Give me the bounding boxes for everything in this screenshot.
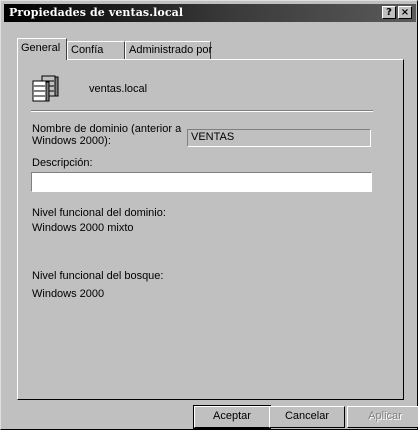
ok-button[interactable]: Aceptar [193, 405, 271, 429]
forest-functional-level-value: Windows 2000 [32, 288, 105, 300]
forest-functional-level-label: Nivel funcional del bosque: [32, 270, 164, 282]
domain-functional-level-value: Windows 2000 mixto [32, 222, 134, 234]
close-button[interactable]: × [398, 6, 412, 19]
title-bar[interactable]: Propiedades de ventas.local ? × [4, 4, 416, 22]
pre-win2000-name-label-line2: Windows 2000): [32, 135, 111, 147]
tab-trusts[interactable]: Confía [67, 41, 125, 59]
cancel-button[interactable]: Cancelar [269, 406, 345, 428]
domain-name: ventas.local [89, 83, 148, 95]
tab-managed-by[interactable]: Administrado por [125, 41, 212, 59]
pre-win2000-name-label-line1: Nombre de dominio (anterior a [32, 123, 182, 135]
properties-dialog: Propiedades de ventas.local ? × General … [0, 0, 418, 430]
window-title: Propiedades de ventas.local [9, 6, 184, 19]
description-label: Descripción: [32, 157, 93, 169]
apply-button[interactable]: Aplicar [347, 406, 418, 428]
domain-server-icon [32, 75, 59, 102]
tab-general[interactable]: General [17, 38, 67, 60]
separator [31, 110, 373, 112]
domain-functional-level-label: Nivel funcional del dominio: [32, 207, 166, 219]
pre-win2000-name-label: Nombre de dominio (anterior a Windows 20… [32, 123, 182, 147]
help-button[interactable]: ? [382, 6, 396, 19]
description-input[interactable] [31, 172, 372, 192]
pre-win2000-name-field: VENTAS [187, 129, 371, 147]
